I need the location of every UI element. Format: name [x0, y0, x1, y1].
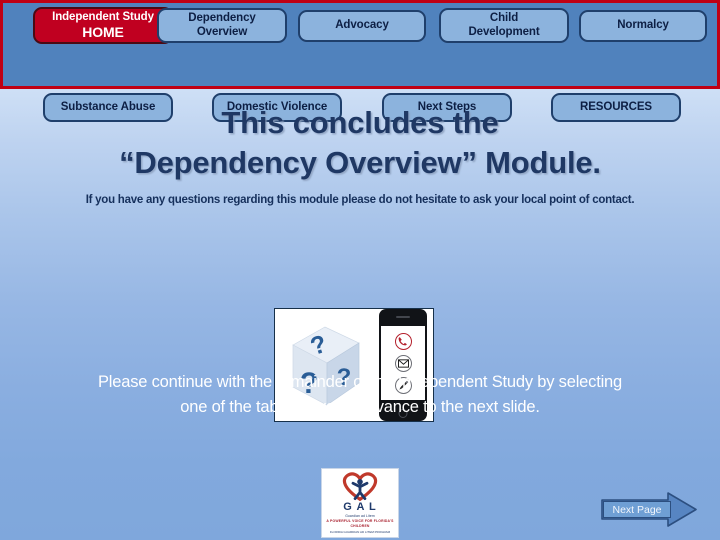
gal-logo: G A L Guardian ad Litem A POWERFUL VOICE… — [321, 468, 399, 538]
phone-handset-svg — [398, 337, 407, 346]
contact-note: If you have any questions regarding this… — [85, 194, 635, 206]
tab-label: Advocacy — [335, 19, 389, 32]
gal-tagline-2: A POWERFUL VOICE FOR FLORIDA’S CHILDREN — [326, 519, 394, 528]
page-title: This concludes the “Dependency Overview”… — [0, 103, 720, 182]
gal-tagline-1: Guardian ad Litem — [345, 514, 375, 518]
instruction-line-1: Please continue with the remainder of th… — [97, 373, 623, 391]
headline-line-2: “Dependency Overview” Module. — [119, 144, 601, 180]
gal-wordmark: G A L — [343, 501, 377, 513]
tab-label-line-1: Dependency — [188, 12, 256, 25]
nav-row-primary: Independent Study HOME Dependency Overvi… — [3, 5, 717, 45]
tab-label-line-2: HOME — [82, 24, 124, 41]
phone-icon — [394, 332, 412, 350]
envelope-icon — [394, 354, 412, 372]
tab-label-line-2: Overview — [196, 25, 248, 38]
next-page-button[interactable]: Next Page — [600, 492, 698, 527]
tab-advocacy[interactable]: Advocacy — [298, 10, 426, 42]
nav-row-secondary: Substance Abuse Domestic Violence Next S… — [3, 47, 717, 122]
tab-label: Normalcy — [617, 19, 669, 32]
envelope-svg — [397, 358, 409, 368]
tab-normalcy[interactable]: Normalcy — [579, 10, 707, 42]
instruction-text: Please continue with the remainder of th… — [40, 370, 680, 420]
headline-line-1: This concludes the — [221, 105, 499, 140]
instruction-line-2: one of the tabs above or advance to the … — [180, 397, 540, 416]
tab-child-development[interactable]: Child Development — [439, 8, 569, 43]
tab-dependency-overview[interactable]: Dependency Overview — [157, 8, 287, 43]
navigation-bar: Independent Study HOME Dependency Overvi… — [0, 0, 720, 122]
tab-label-line-1: Independent Study — [52, 10, 154, 23]
tab-independent-study-home[interactable]: Independent Study HOME — [33, 7, 173, 44]
gal-heart-figure-icon — [342, 472, 378, 501]
next-page-label[interactable]: Next Page — [603, 501, 671, 518]
phone-speaker-icon — [396, 316, 410, 318]
tab-label-line-2: Development — [468, 25, 540, 38]
tab-label-line-1: Child — [489, 12, 519, 25]
gal-tagline-3: FLORIDA GUARDIAN AD LITEM PROGRAM — [329, 530, 391, 535]
